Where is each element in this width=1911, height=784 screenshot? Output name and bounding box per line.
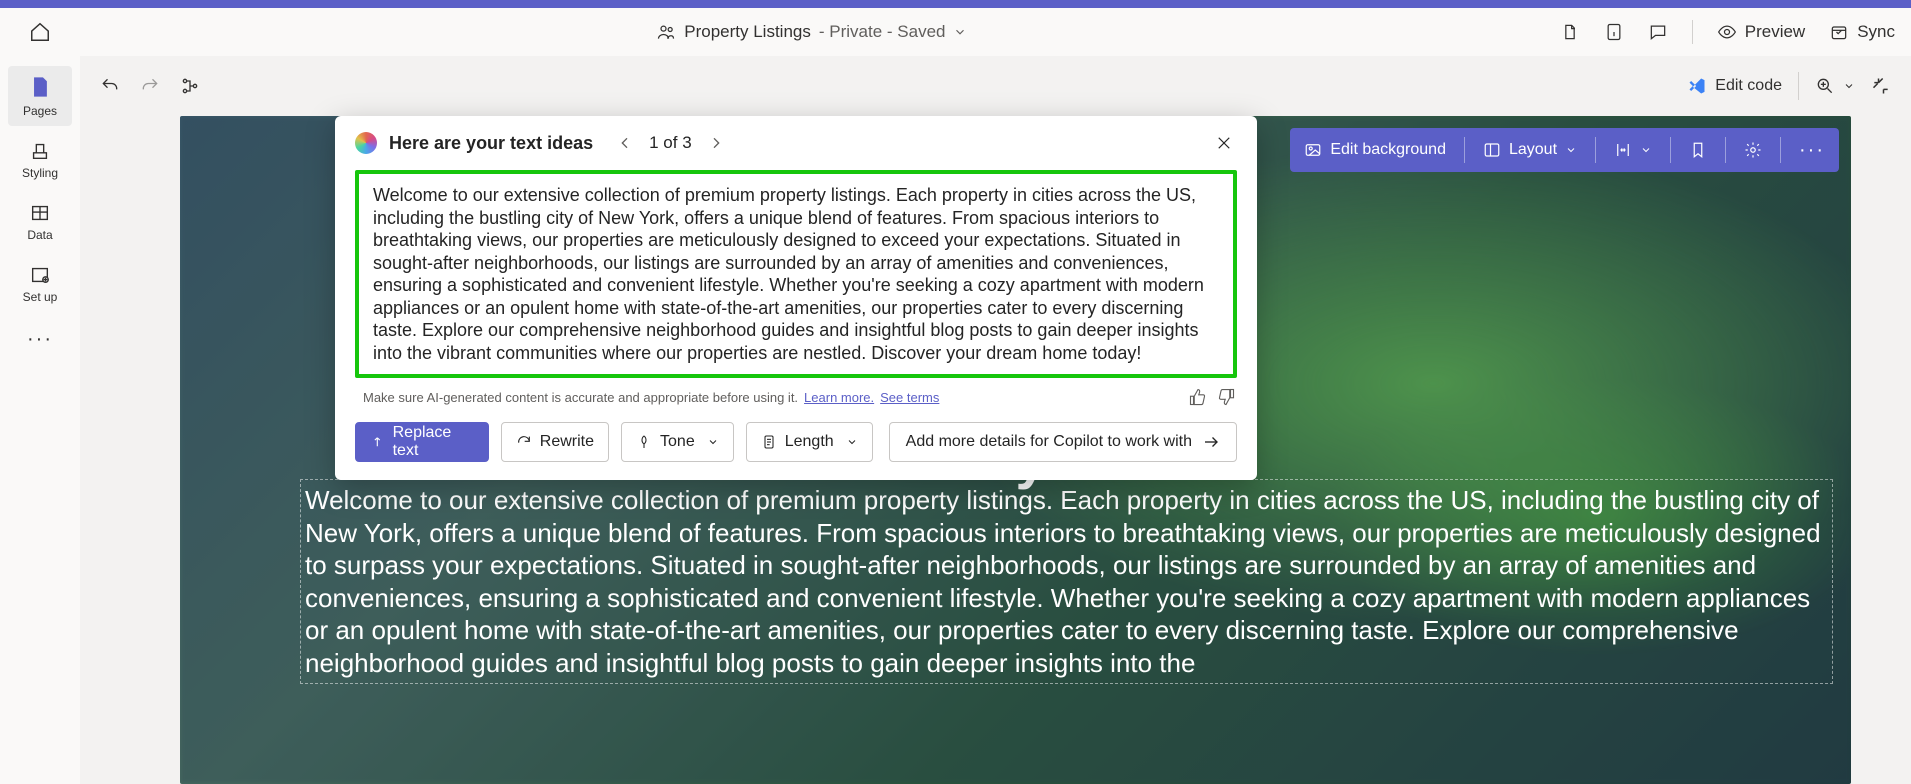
collapse-button[interactable] — [1871, 76, 1891, 96]
sync-label: Sync — [1857, 22, 1895, 42]
copilot-logo-icon — [355, 132, 377, 154]
popup-title: Here are your text ideas — [389, 133, 593, 154]
nav-styling[interactable]: Styling — [8, 132, 72, 188]
divider — [1780, 137, 1781, 163]
edit-code-label: Edit code — [1715, 77, 1782, 95]
nav-data-label: Data — [27, 228, 52, 242]
divider — [1692, 20, 1693, 44]
tone-label: Tone — [660, 433, 695, 451]
nav-setup-label: Set up — [23, 290, 58, 304]
zoom-button[interactable] — [1815, 76, 1855, 96]
sync-button[interactable]: Sync — [1829, 22, 1895, 42]
rewrite-button[interactable]: Rewrite — [501, 422, 609, 462]
nav-setup[interactable]: Set up — [8, 256, 72, 312]
hero-body-text[interactable]: Welcome to our extensive collection of p… — [300, 479, 1833, 684]
sync-icon — [1829, 22, 1849, 42]
divider — [1798, 72, 1799, 100]
see-terms-link[interactable]: See terms — [880, 390, 939, 405]
doc-name: Property Listings — [684, 22, 811, 42]
window-accent-strip — [0, 0, 1911, 8]
thumbs-down-icon — [1217, 388, 1235, 406]
chevron-down-icon — [1843, 80, 1855, 92]
people-icon — [656, 22, 676, 42]
gear-icon — [1744, 141, 1762, 159]
edit-bg-label: Edit background — [1330, 141, 1446, 159]
doc-status: - Private - Saved — [819, 22, 946, 42]
tone-button[interactable]: Tone — [621, 422, 734, 462]
chevron-down-icon — [1640, 144, 1652, 156]
length-icon — [761, 434, 777, 450]
ai-disclaimer: Make sure AI-generated content is accura… — [363, 390, 798, 405]
idea-pager: 1 of 3 — [611, 133, 730, 153]
divider — [1725, 137, 1726, 163]
chevron-down-icon — [707, 436, 719, 448]
nav-pages-label: Pages — [23, 104, 57, 118]
home-button[interactable] — [16, 21, 64, 43]
section-toolbar: Edit background Layout ··· — [1290, 128, 1839, 172]
length-label: Length — [785, 433, 834, 451]
divider — [1464, 137, 1465, 163]
image-icon — [1304, 141, 1322, 159]
more-button[interactable]: ··· — [1795, 139, 1829, 162]
layout-button[interactable]: Layout — [1479, 141, 1581, 159]
thumbs-down-button[interactable] — [1217, 388, 1235, 406]
canvas-toolbar: Edit code — [80, 56, 1911, 116]
pager-count: 1 of 3 — [649, 133, 692, 153]
pager-prev[interactable] — [611, 133, 639, 153]
nav-styling-label: Styling — [22, 166, 58, 180]
left-nav: Pages Styling Data Set up ··· — [0, 56, 80, 784]
edit-background-button[interactable]: Edit background — [1300, 141, 1450, 159]
layout-icon — [1483, 141, 1501, 159]
edit-code-button[interactable]: Edit code — [1687, 76, 1782, 96]
thumbs-up-button[interactable] — [1189, 388, 1207, 406]
replace-label: Replace text — [393, 424, 474, 460]
divider — [1670, 137, 1671, 163]
bookmark-button[interactable] — [1685, 141, 1711, 159]
spacing-button[interactable] — [1610, 141, 1656, 159]
preview-button[interactable]: Preview — [1717, 22, 1805, 42]
tone-icon — [636, 434, 652, 450]
close-icon — [1215, 134, 1233, 152]
copilot-icon[interactable] — [1560, 22, 1580, 42]
generated-idea-text[interactable]: Welcome to our extensive collection of p… — [355, 170, 1237, 378]
info-icon[interactable] — [1604, 22, 1624, 42]
learn-more-link[interactable]: Learn more. — [804, 390, 874, 405]
nav-data[interactable]: Data — [8, 194, 72, 250]
eye-icon — [1717, 22, 1737, 42]
nav-more[interactable]: ··· — [27, 328, 53, 351]
replace-icon — [370, 434, 385, 450]
chevron-down-icon[interactable] — [953, 25, 967, 39]
close-button[interactable] — [1211, 130, 1237, 156]
length-button[interactable]: Length — [746, 422, 873, 462]
copilot-text-ideas-popup: Here are your text ideas 1 of 3 Welcome … — [335, 116, 1257, 480]
add-details-input[interactable]: Add more details for Copilot to work wit… — [889, 422, 1237, 462]
chevron-down-icon — [1565, 144, 1577, 156]
thumbs-up-icon — [1189, 388, 1207, 406]
tree-button[interactable] — [180, 76, 200, 96]
arrow-right-icon — [1202, 433, 1220, 451]
vscode-icon — [1687, 76, 1707, 96]
rewrite-icon — [516, 434, 532, 450]
redo-button[interactable] — [140, 76, 160, 96]
title-bar: Property Listings - Private - Saved Prev… — [0, 8, 1911, 56]
comment-icon[interactable] — [1648, 22, 1668, 42]
rewrite-label: Rewrite — [540, 433, 594, 451]
pager-next[interactable] — [702, 133, 730, 153]
settings-button[interactable] — [1740, 141, 1766, 159]
layout-label: Layout — [1509, 141, 1557, 159]
undo-button[interactable] — [100, 76, 120, 96]
document-title[interactable]: Property Listings - Private - Saved — [64, 22, 1560, 42]
divider — [1595, 137, 1596, 163]
replace-text-button[interactable]: Replace text — [355, 422, 489, 462]
preview-label: Preview — [1745, 22, 1805, 42]
add-details-placeholder: Add more details for Copilot to work wit… — [906, 433, 1192, 451]
nav-pages[interactable]: Pages — [8, 66, 72, 126]
chevron-down-icon — [846, 436, 858, 448]
